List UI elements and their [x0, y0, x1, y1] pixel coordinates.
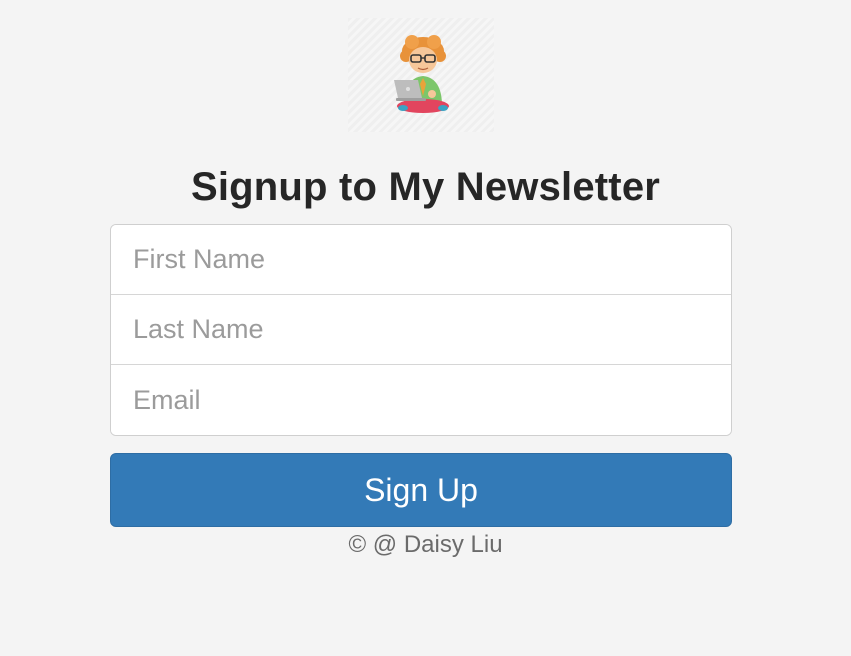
email-field[interactable]	[111, 365, 731, 435]
person-with-laptop-icon	[394, 35, 449, 113]
last-name-field[interactable]	[111, 295, 731, 365]
page-title: Signup to My Newsletter	[190, 165, 661, 209]
logo	[348, 18, 494, 132]
footer-copyright: © @ Daisy Liu	[348, 531, 503, 558]
first-name-field[interactable]	[111, 225, 731, 295]
signup-form	[110, 224, 732, 436]
sign-up-button[interactable]: Sign Up	[110, 453, 732, 527]
